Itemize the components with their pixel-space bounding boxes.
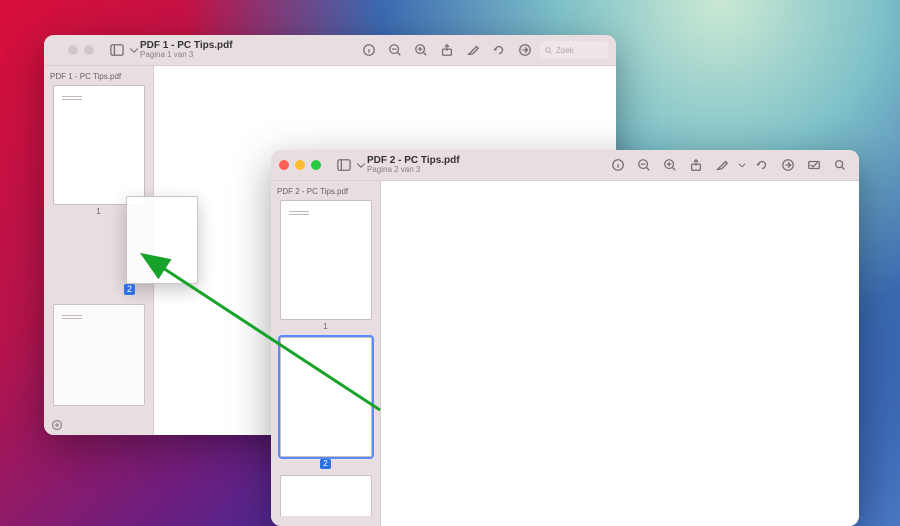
close-button[interactable] [279,160,289,170]
minimize-button[interactable] [68,45,78,55]
markup-button[interactable] [777,154,799,176]
sidebar-title: PDF 1 - PC Tips.pdf [50,72,147,81]
highlight-button[interactable] [462,39,484,61]
close-button[interactable] [52,45,62,55]
page-number-label: 1 [323,322,327,331]
info-button[interactable] [607,154,629,176]
maximize-button[interactable] [311,160,321,170]
zoom-out-button[interactable] [384,39,406,61]
dragged-page-badge: 2 [124,284,135,295]
page-thumbnail-1[interactable] [280,200,372,320]
page-number-label: 1 [96,207,100,216]
search-field[interactable]: Zoek [540,41,608,59]
window-subtitle: Pagina 1 van 3 [140,51,233,60]
zoom-out-button[interactable] [633,154,655,176]
document-canvas[interactable] [381,181,859,526]
markup-button[interactable] [514,39,536,61]
desktop: { "window1": { "title": "PDF 1 - PC Tips… [0,0,900,526]
thumbnail-sidebar[interactable]: PDF 2 - PC Tips.pdf 1 2 [271,181,381,526]
sidebar-title: PDF 2 - PC Tips.pdf [277,187,374,196]
window-subtitle: Pagina 2 van 3 [367,166,460,175]
highlight-menu[interactable] [737,154,747,176]
form-button[interactable] [803,154,825,176]
dragged-page-ghost [126,196,198,284]
page-number-badge: 2 [320,459,330,469]
page-thumbnail-1[interactable] [53,85,145,205]
view-menu-button[interactable] [128,39,140,61]
rotate-button[interactable] [488,39,510,61]
page-thumbnail-3[interactable] [53,304,145,406]
sidebar-add-button[interactable] [50,418,64,432]
titlebar[interactable]: PDF 1 - PC Tips.pdf Pagina 1 van 3 Zoek [44,35,616,66]
page-thumbnail-3[interactable] [280,475,372,516]
rotate-button[interactable] [751,154,773,176]
sidebar-toggle-button[interactable] [333,154,355,176]
zoom-in-button[interactable] [410,39,432,61]
page-thumbnail-2[interactable] [280,337,372,457]
highlight-button[interactable] [711,154,733,176]
minimize-button[interactable] [295,160,305,170]
maximize-button[interactable] [84,45,94,55]
titlebar[interactable]: PDF 2 - PC Tips.pdf Pagina 2 van 3 [271,150,859,181]
preview-window-2[interactable]: PDF 2 - PC Tips.pdf Pagina 2 van 3 PDF 2… [271,150,859,526]
info-button[interactable] [358,39,380,61]
zoom-in-button[interactable] [659,154,681,176]
share-button[interactable] [685,154,707,176]
search-button[interactable] [829,154,851,176]
view-menu-button[interactable] [355,154,367,176]
sidebar-toggle-button[interactable] [106,39,128,61]
share-button[interactable] [436,39,458,61]
search-placeholder: Zoek [556,46,574,55]
